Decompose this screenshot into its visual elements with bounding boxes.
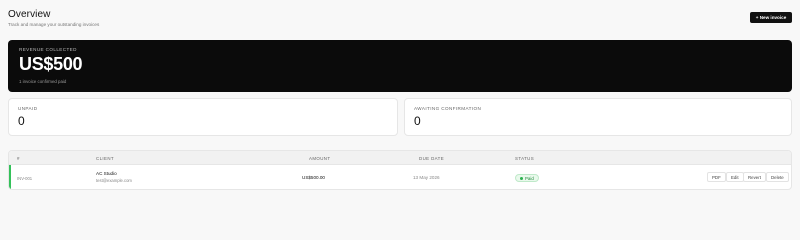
status-badge: Paid: [515, 174, 539, 182]
invoice-table: # CLIENT AMOUNT DUE DATE STATUS INV-001 …: [8, 150, 792, 190]
invoice-due-date: 13 May 2026: [413, 175, 440, 180]
column-due-date: DUE DATE: [419, 156, 445, 161]
new-invoice-button[interactable]: + New invoice: [750, 12, 792, 23]
page-header: Overview Track and manage your outstandi…: [8, 9, 792, 31]
client-name: AC Studio: [96, 171, 117, 176]
awaiting-card: AWAITING CONFIRMATION 0: [404, 98, 792, 136]
status-label: Paid: [525, 175, 534, 181]
invoice-number: INV-001: [17, 176, 33, 181]
column-number: #: [17, 156, 20, 161]
edit-button[interactable]: Edit: [726, 172, 744, 182]
status-dot-icon: [520, 176, 523, 180]
awaiting-value: 0: [414, 114, 421, 128]
revenue-note: 1 invoice confirmed paid: [19, 79, 67, 84]
unpaid-card: UNPAID 0: [8, 98, 398, 136]
unpaid-label: UNPAID: [18, 106, 38, 111]
page-subtitle: Track and manage your outstanding invoic…: [8, 22, 100, 27]
table-header: # CLIENT AMOUNT DUE DATE STATUS: [9, 151, 791, 165]
revenue-card: REVENUE COLLECTED US$500 1 invoice confi…: [8, 40, 792, 92]
awaiting-label: AWAITING CONFIRMATION: [414, 106, 482, 111]
page-title: Overview: [8, 9, 51, 20]
column-amount: AMOUNT: [309, 156, 331, 161]
revenue-label: REVENUE COLLECTED: [19, 47, 77, 52]
invoice-amount: US$500.00: [302, 175, 325, 180]
client-email: test@example.com: [96, 178, 132, 183]
unpaid-value: 0: [18, 114, 25, 128]
table-row[interactable]: INV-001 AC Studio test@example.com US$50…: [9, 165, 791, 189]
column-status: STATUS: [515, 156, 535, 161]
pdf-button[interactable]: PDF: [707, 172, 726, 182]
revert-button[interactable]: Revert: [743, 172, 766, 182]
revenue-amount: US$500: [19, 54, 83, 74]
column-client: CLIENT: [96, 156, 115, 161]
delete-button[interactable]: Delete: [766, 172, 789, 182]
